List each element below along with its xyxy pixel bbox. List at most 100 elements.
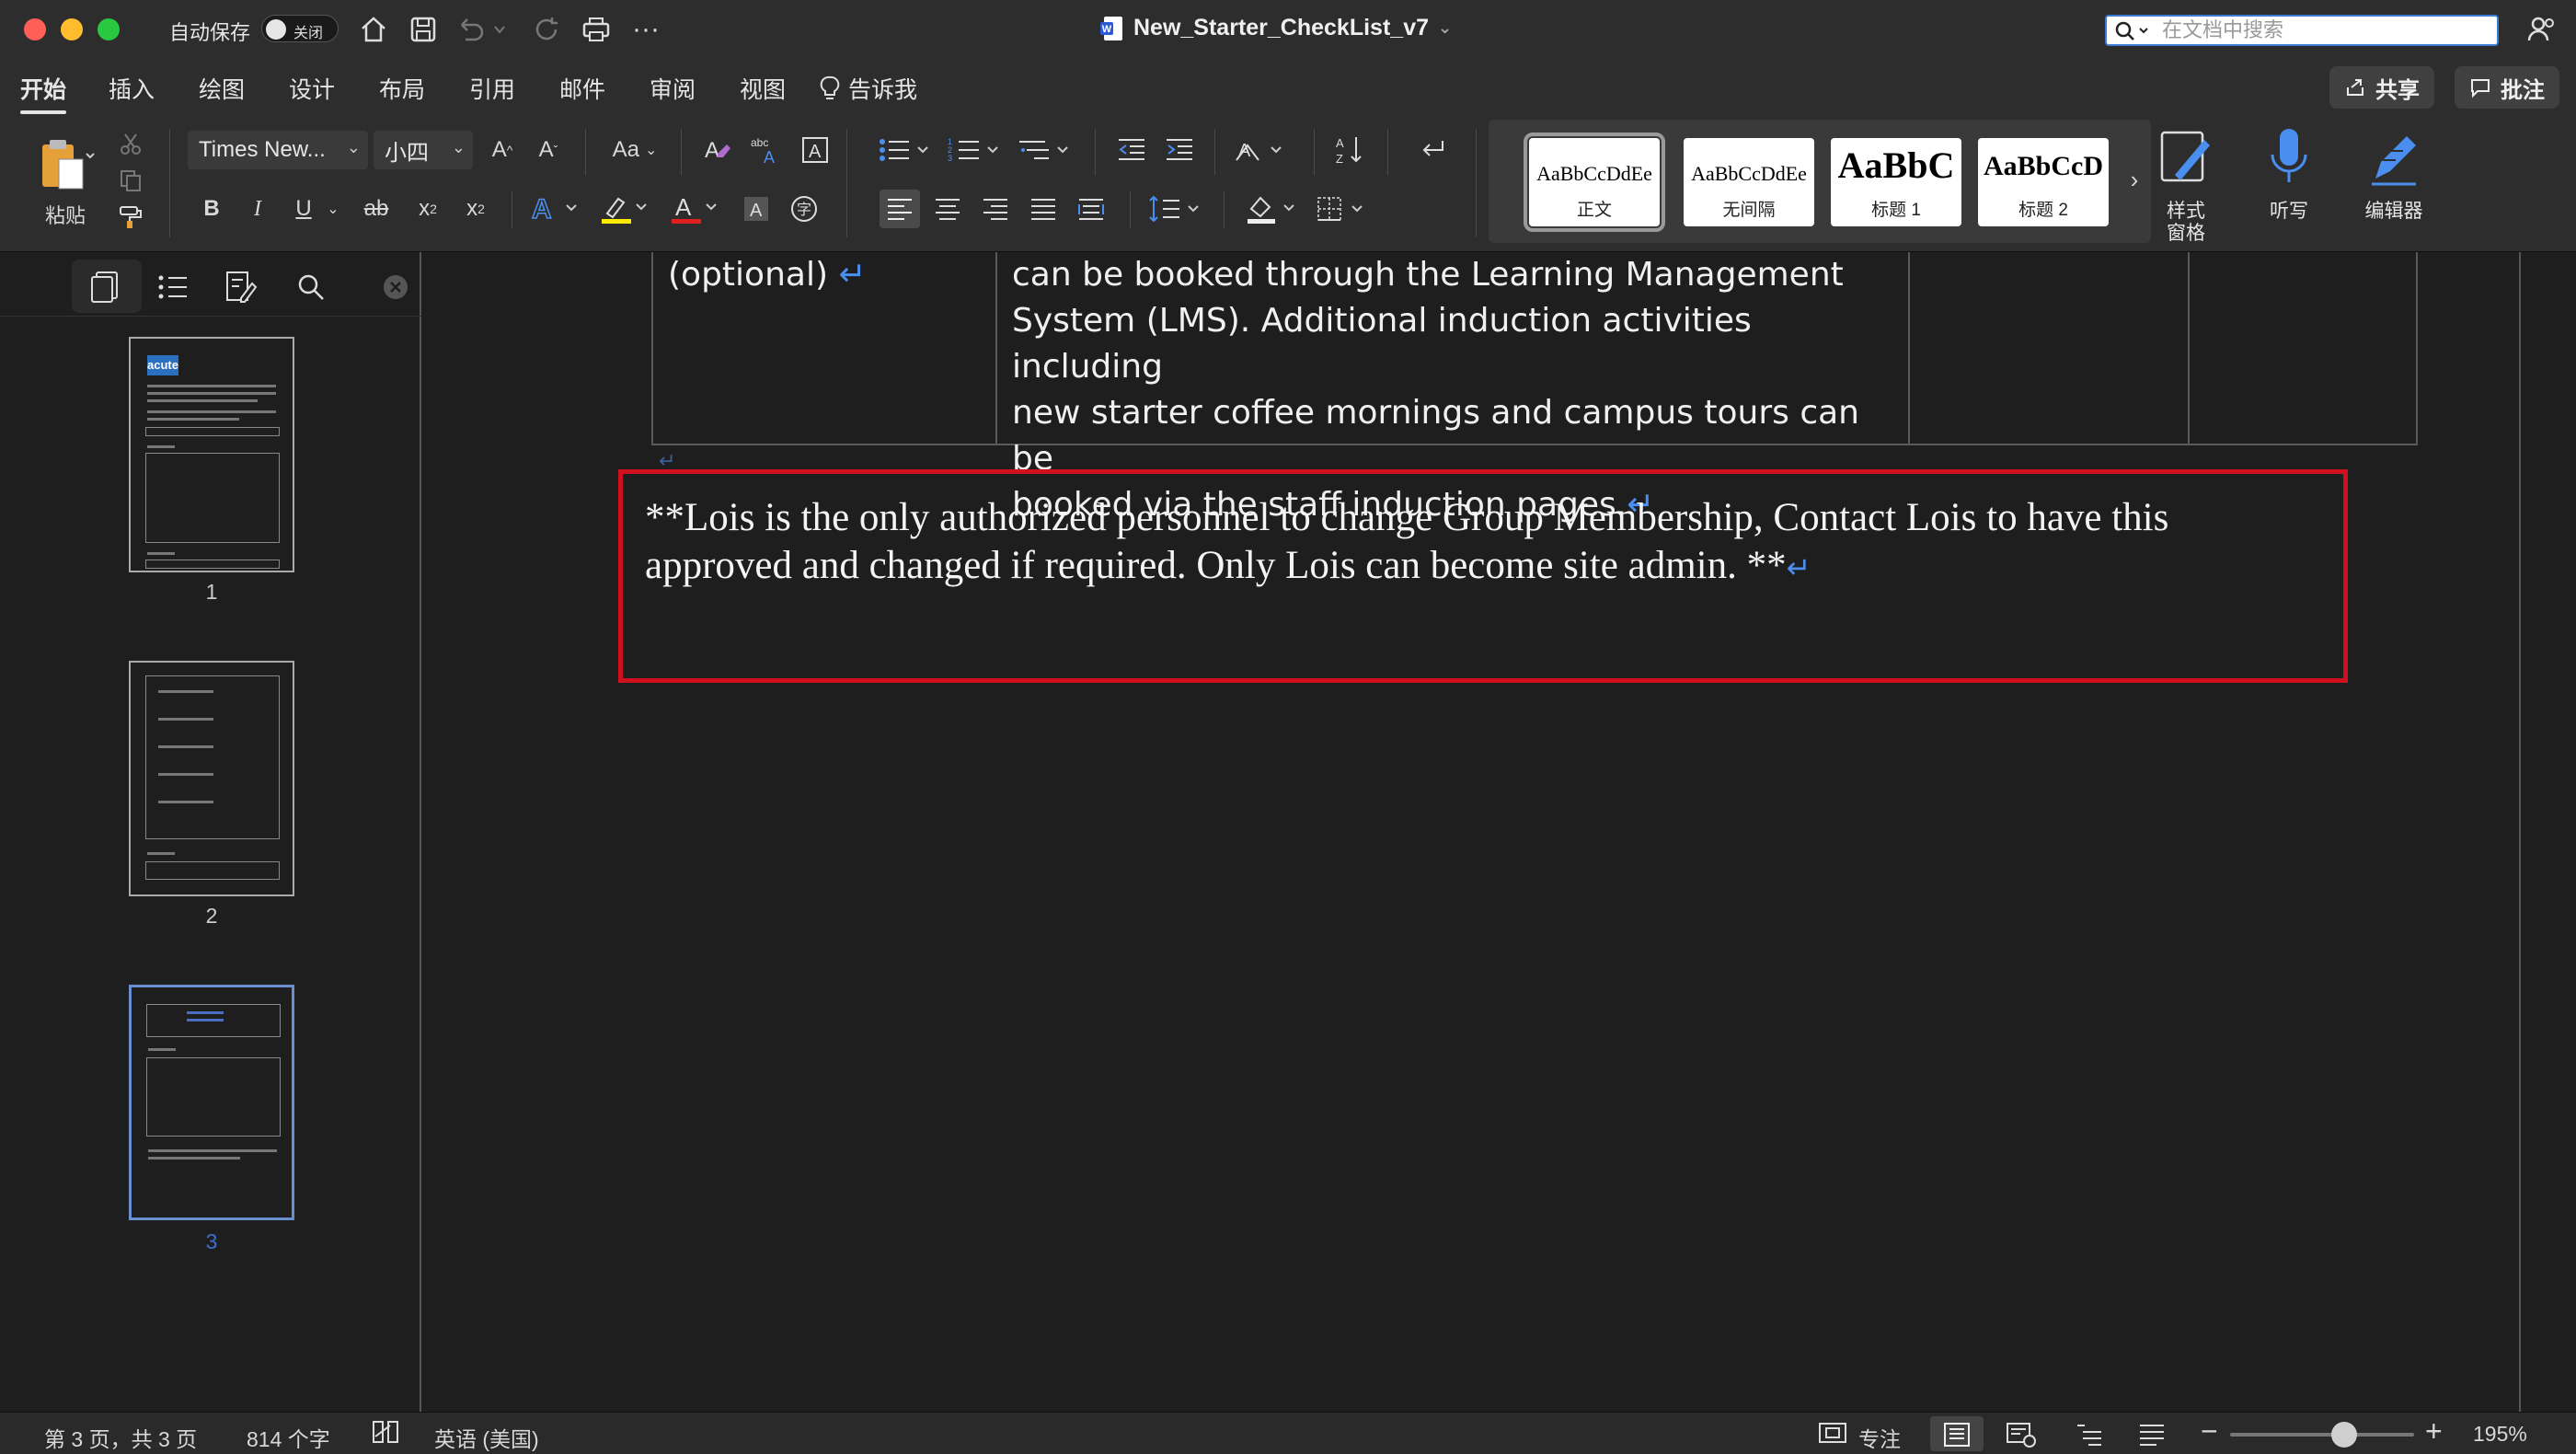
zoom-out-button[interactable]: − <box>2201 1414 2218 1448</box>
close-pane-icon[interactable] <box>375 267 416 307</box>
paste-button[interactable]: 粘贴 <box>22 127 109 237</box>
focus-icon[interactable] <box>1818 1420 1847 1451</box>
tab-design[interactable]: 设计 <box>289 72 335 105</box>
language[interactable]: 英语 (美国) <box>434 1422 539 1453</box>
dictate-button[interactable]: 听写 <box>2243 123 2335 243</box>
shrink-font-icon[interactable]: Aˇ <box>528 131 569 169</box>
increase-indent-icon[interactable] <box>1159 131 1200 169</box>
underline-button[interactable]: U <box>287 190 320 228</box>
page-thumbnail-2[interactable] <box>129 661 294 896</box>
share-button[interactable]: 共享 <box>2329 66 2434 109</box>
print-layout-icon[interactable] <box>1943 1422 1971 1453</box>
undo-icon[interactable] <box>454 13 510 46</box>
thumbnails-tab-icon[interactable] <box>85 267 125 307</box>
numbering-button[interactable]: 123 <box>944 131 1010 169</box>
borders-button[interactable] <box>1312 190 1378 228</box>
bold-button[interactable]: B <box>195 190 228 228</box>
focus-label[interactable]: 专注 <box>1858 1422 1901 1453</box>
tell-me[interactable]: 告诉我 <box>819 72 917 105</box>
zoom-slider-knob[interactable] <box>2331 1422 2357 1448</box>
clear-formatting-icon[interactable]: A <box>697 131 738 169</box>
align-right-button[interactable] <box>975 190 1016 228</box>
document-canvas[interactable]: (optional) ↵ can be booked through the L… <box>423 252 2521 1412</box>
proofing-icon[interactable] <box>370 1418 401 1451</box>
tab-view[interactable]: 视图 <box>740 72 786 105</box>
save-icon[interactable] <box>405 13 442 46</box>
highlight-color-button[interactable] <box>596 190 655 228</box>
style-no-spacing[interactable]: AaBbCcDdEe 无间隔 <box>1684 138 1814 226</box>
show-formatting-marks-icon[interactable] <box>1411 131 1452 169</box>
autosave-toggle[interactable]: 关闭 <box>261 15 339 42</box>
sort-icon[interactable]: AZ <box>1330 131 1371 169</box>
close-window-button[interactable] <box>24 18 46 40</box>
page-thumbnail-3[interactable] <box>129 985 294 1220</box>
change-case-button[interactable]: Aa ⌄ <box>602 131 668 169</box>
word-count[interactable]: 814 个字 <box>247 1422 330 1453</box>
text-direction-button[interactable]: A <box>1231 131 1297 169</box>
table-border <box>2188 252 2190 445</box>
page-info[interactable]: 第 3 页，共 3 页 <box>44 1422 197 1453</box>
tab-references[interactable]: 引用 <box>469 72 515 105</box>
subscript-button[interactable]: x2 <box>408 190 447 228</box>
redo-icon[interactable] <box>528 13 565 46</box>
comments-button[interactable]: 批注 <box>2455 66 2559 109</box>
grow-font-icon[interactable]: A ^ <box>482 131 523 169</box>
align-center-button[interactable] <box>927 190 968 228</box>
enclose-characters-icon[interactable]: 字 <box>784 190 824 228</box>
character-shading-icon[interactable]: A <box>736 190 776 228</box>
text-effects-abc-icon[interactable]: abc A <box>745 131 786 169</box>
strikethrough-button[interactable]: ab <box>357 190 396 228</box>
search-input[interactable] <box>2162 18 2484 42</box>
home-icon[interactable] <box>355 13 392 46</box>
account-icon[interactable] <box>2523 13 2559 46</box>
format-painter-icon[interactable] <box>114 201 147 234</box>
tab-layout[interactable]: 布局 <box>379 72 425 105</box>
tab-mailings[interactable]: 邮件 <box>559 72 605 105</box>
share-icon <box>2347 79 2363 96</box>
minimize-window-button[interactable] <box>61 18 83 40</box>
outline-tab-icon[interactable] <box>153 267 193 307</box>
tab-insert[interactable]: 插入 <box>109 72 155 105</box>
review-tab-icon[interactable] <box>221 267 261 307</box>
draft-view-icon[interactable] <box>2138 1422 2166 1453</box>
chevron-down-icon[interactable]: ⌄ <box>1438 18 1452 38</box>
more-icon[interactable]: ··· <box>627 13 664 46</box>
style-heading-2[interactable]: AaBbCcD 标题 2 <box>1978 138 2109 226</box>
svg-text:3: 3 <box>948 154 952 163</box>
justify-button[interactable] <box>1023 190 1064 228</box>
shading-button[interactable] <box>1242 190 1308 228</box>
decrease-indent-icon[interactable] <box>1111 131 1152 169</box>
zoom-in-button[interactable]: + <box>2425 1414 2443 1448</box>
cut-icon[interactable] <box>114 127 147 160</box>
multilevel-list-button[interactable] <box>1014 131 1080 169</box>
style-normal[interactable]: AaBbCcDdEe 正文 <box>1524 133 1665 232</box>
editor-button[interactable]: 编辑器 <box>2348 123 2440 243</box>
bullets-button[interactable] <box>874 131 940 169</box>
web-layout-icon[interactable] <box>2006 1422 2037 1453</box>
zoom-slider[interactable] <box>2230 1433 2414 1437</box>
maximize-window-button[interactable] <box>98 18 120 40</box>
distributed-button[interactable] <box>1071 190 1111 228</box>
tab-review[interactable]: 审阅 <box>650 72 696 105</box>
italic-button[interactable]: I <box>241 190 274 228</box>
text-effects-button[interactable]: A <box>526 190 585 228</box>
style-heading-1[interactable]: AaBbC 标题 1 <box>1831 138 1961 226</box>
copy-icon[interactable] <box>114 164 147 197</box>
print-icon[interactable] <box>578 13 615 46</box>
page-thumbnail-1[interactable]: acute <box>129 337 294 572</box>
outline-view-icon[interactable] <box>2076 1422 2103 1453</box>
line-spacing-button[interactable] <box>1144 190 1211 228</box>
chevron-down-icon[interactable]: ⌄ <box>324 190 342 228</box>
font-name-dropdown[interactable]: Times New... ⌄ <box>188 131 368 169</box>
character-border-icon[interactable]: A <box>795 131 835 169</box>
tab-draw[interactable]: 绘图 <box>199 72 245 105</box>
search-tab-icon[interactable] <box>291 267 331 307</box>
superscript-button[interactable]: x2 <box>456 190 495 228</box>
search-box[interactable] <box>2105 15 2499 46</box>
font-size-dropdown[interactable]: 小四 ⌄ <box>374 131 473 169</box>
align-left-button[interactable] <box>880 190 920 228</box>
zoom-level[interactable]: 195% <box>2473 1422 2527 1447</box>
tab-home[interactable]: 开始 <box>20 72 67 114</box>
font-color-button[interactable]: A <box>666 190 725 228</box>
styles-pane-button[interactable]: 样式 窗格 <box>2140 123 2232 244</box>
